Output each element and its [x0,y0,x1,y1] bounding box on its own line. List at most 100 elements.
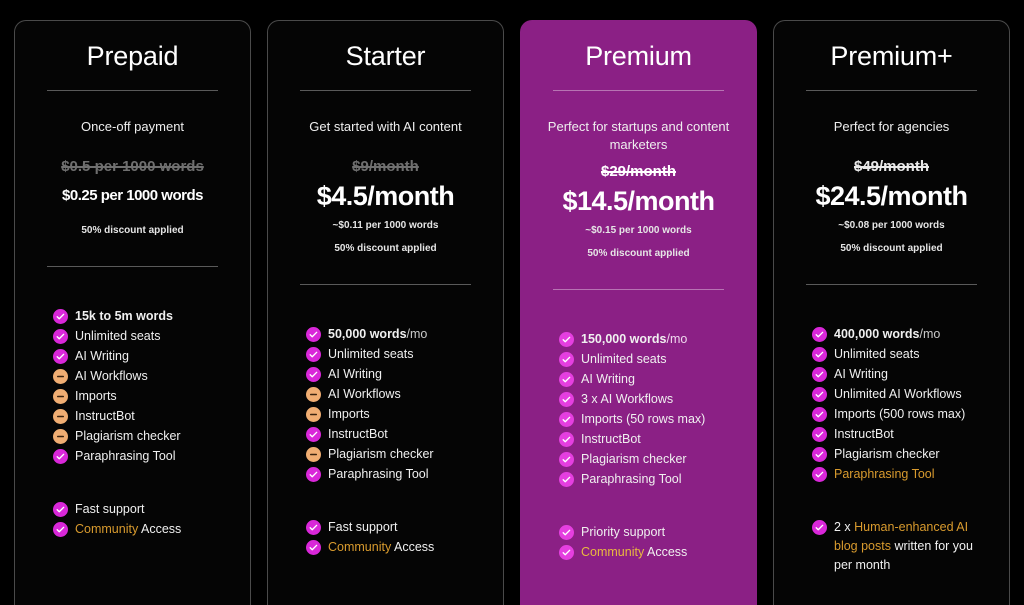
feature-item: AI Workflows [306,385,491,404]
minus-circle-icon [53,409,68,424]
plan-card-prepaid[interactable]: Prepaid Once-off payment $0.5 per 1000 wor… [14,20,251,605]
feature-item: Plagiarism checker [306,445,491,464]
plan-title: Starter [345,41,426,71]
feature-list: 400,000 words/mo Unlimited seats AI Writin… [786,285,997,484]
feature-item: Unlimited seats [306,345,491,364]
support-item-label: Priority support [581,525,666,539]
price-original: $49/month [853,158,929,175]
price-per-word: ~$0.08 per 1000 words [838,220,945,231]
check-circle-icon [306,540,321,555]
feature-item: 400,000 words/mo [812,325,997,344]
plan-tagline: Perfect for agencies [833,119,950,134]
check-circle-icon [812,327,827,342]
feature-item: Paraphrasing Tool [53,447,238,466]
feature-item-label: 150,000 words/mo [581,332,688,346]
check-circle-icon [306,467,321,482]
support-item-label: 2 x Human-enhanced AI blog posts written… [834,520,973,572]
check-circle-icon [306,327,321,342]
feature-item-label: Paraphrasing Tool [834,467,935,481]
plan-title: Prepaid [86,41,179,71]
feature-item: AI Writing [812,365,997,384]
feature-item-label: Imports [328,407,370,421]
check-circle-icon [53,502,68,517]
feature-item: Paraphrasing Tool [306,465,491,484]
feature-item-label: AI Writing [75,349,129,363]
price-current: $4.5/month [316,181,455,211]
check-circle-icon [53,309,68,324]
plan-card-premium[interactable]: Premium Perfect for startups and content … [520,20,757,605]
price-current: $0.25 per 1000 words [62,187,203,204]
feature-item-label: Paraphrasing Tool [75,449,176,463]
price-original: $9/month [352,158,419,175]
check-circle-icon [53,522,68,537]
feature-item-label: Unlimited seats [581,352,667,366]
feature-item-label: Imports [75,389,117,403]
feature-list: 50,000 words/mo Unlimited seats AI Writing… [280,285,491,484]
check-circle-icon [306,427,321,442]
check-circle-icon [559,352,574,367]
check-circle-icon [559,452,574,467]
feature-item-label: AI Writing [328,367,382,381]
feature-item-label: 400,000 words/mo [834,327,941,341]
support-item: Fast support [53,500,238,519]
feature-item: Plagiarism checker [559,450,744,469]
support-item-label: Community Access [328,540,435,554]
price-per-word: ~$0.15 per 1000 words [585,225,692,236]
feature-item-label: Paraphrasing Tool [581,472,682,486]
check-circle-icon [559,332,574,347]
feature-item-label: InstructBot [75,409,135,423]
feature-item: AI Workflows [53,367,238,386]
feature-item-label: Imports (500 rows max) [834,407,966,421]
discount-note: 50% discount applied [81,225,184,236]
check-circle-icon [812,407,827,422]
minus-circle-icon [306,387,321,402]
support-item: Community Access [306,538,491,557]
feature-item: InstructBot [306,425,491,444]
minus-circle-icon [53,389,68,404]
support-item-label: Fast support [328,520,398,534]
feature-item: Paraphrasing Tool [559,470,744,489]
feature-item-label: AI Writing [834,367,888,381]
price-current: $24.5/month [815,181,968,211]
support-item-label: Community Access [75,522,182,536]
discount-note: 50% discount applied [587,248,690,259]
plan-tagline: Get started with AI content [309,119,462,134]
feature-item: 50,000 words/mo [306,325,491,344]
feature-item: Plagiarism checker [53,427,238,446]
price-per-word: ~$0.11 per 1000 words [332,220,439,231]
feature-item: Imports (500 rows max) [812,405,997,424]
check-circle-icon [812,467,827,482]
check-circle-icon [559,545,574,560]
check-circle-icon [559,472,574,487]
price-current: $14.5/month [562,186,715,216]
check-circle-icon [812,347,827,362]
feature-item-label: InstructBot [834,427,894,441]
price-block: $0.5 per 1000 words $0.25 per 1000 words 5… [27,149,238,246]
plan-title: Premium [585,41,692,71]
feature-item: Imports (50 rows max) [559,410,744,429]
feature-item-label: Unlimited seats [75,329,161,343]
feature-item-label: 3 x AI Workflows [581,392,674,406]
plan-card-premium-plus[interactable]: Premium+ Perfect for agencies $49/month $24… [773,20,1010,605]
check-circle-icon [559,392,574,407]
discount-note: 50% discount applied [334,243,437,254]
feature-item-label: AI Workflows [328,387,401,401]
price-original: $0.5 per 1000 words [61,158,204,175]
feature-item: 150,000 words/mo [559,330,744,349]
feature-item: Paraphrasing Tool [812,465,997,484]
feature-item: AI Writing [306,365,491,384]
feature-item-label: Unlimited seats [834,347,920,361]
check-circle-icon [812,447,827,462]
price-block: $9/month $4.5/month ~$0.11 per 1000 words 5… [280,149,491,264]
support-item: Priority support [559,523,744,542]
plan-title: Premium+ [830,41,953,71]
feature-item: InstructBot [559,430,744,449]
feature-item: InstructBot [53,407,238,426]
feature-item: Unlimited seats [559,350,744,369]
check-circle-icon [812,387,827,402]
minus-circle-icon [306,447,321,462]
plan-card-starter[interactable]: Starter Get started with AI content $9/mon… [267,20,504,605]
support-item-label: Community Access [581,545,688,559]
feature-item-label: Plagiarism checker [328,447,434,461]
feature-item: 15k to 5m words [53,307,238,326]
